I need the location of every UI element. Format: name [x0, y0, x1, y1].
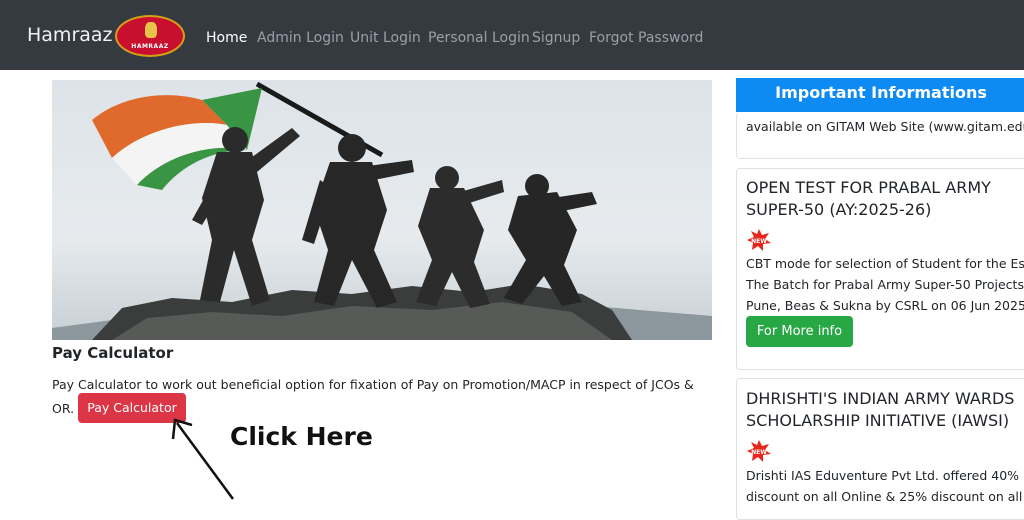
click-here-annotation: Click Here — [230, 422, 373, 451]
hero-image — [52, 80, 712, 340]
card-text-line: discount on all Online & 25% discount on… — [746, 489, 1023, 504]
card-text-line: Pune, Beas & Sukna by CSRL on 06 Jun 202… — [746, 298, 1024, 313]
important-informations-header: Important Informations — [736, 78, 1024, 112]
card-text-line: The Batch for Prabal Army Super-50 Proje… — [746, 277, 1024, 292]
nav-home[interactable]: Home — [206, 30, 247, 46]
army-emblem-logo[interactable]: HAMRAAZ — [115, 15, 185, 57]
pay-calculator-heading: Pay Calculator — [52, 344, 174, 362]
card-title-line: OPEN TEST FOR PRABAL ARMY — [746, 178, 991, 197]
nav-forgot-password[interactable]: Forgot Password — [589, 30, 703, 46]
card-text-line: CBT mode for selection of Student for th… — [746, 256, 1024, 271]
new-badge-text: NEW — [751, 238, 767, 245]
emblem-text: HAMRAAZ — [131, 43, 169, 50]
top-navbar: Hamraaz HAMRAAZ Home Admin Login Unit Lo… — [0, 0, 1024, 70]
nav-unit-login[interactable]: Unit Login — [350, 30, 421, 46]
info-card: available on GITAM Web Site (www.gitam.e… — [736, 112, 1024, 159]
info-card-drishti: DHRISHTI'S INDIAN ARMY WARDS SCHOLARSHIP… — [736, 378, 1024, 520]
crest-icon — [145, 22, 157, 38]
card-title-line: DHRISHTI'S INDIAN ARMY WARDS — [746, 389, 1015, 408]
new-badge-text: NEW — [751, 449, 767, 456]
info-card-prabal-army: OPEN TEST FOR PRABAL ARMY SUPER-50 (AY:2… — [736, 168, 1024, 370]
soldiers-statue-illustration — [52, 81, 712, 340]
card-text: available on GITAM Web Site (www.gitam.e… — [746, 119, 1024, 134]
nav-signup[interactable]: Signup — [532, 30, 580, 46]
nav-personal-login[interactable]: Personal Login — [428, 30, 530, 46]
new-badge-icon: NEW — [747, 229, 771, 251]
new-badge-icon: NEW — [747, 440, 771, 462]
card-text-line: Drishti IAS Eduventure Pvt Ltd. offered … — [746, 468, 1020, 483]
nav-admin-login[interactable]: Admin Login — [257, 30, 344, 46]
brand-name[interactable]: Hamraaz — [27, 24, 113, 46]
card-title-line: SCHOLARSHIP INITIATIVE (IAWSI) — [746, 411, 1010, 430]
card-title-line: SUPER-50 (AY:2025-26) — [746, 200, 932, 219]
for-more-info-button[interactable]: For More info — [746, 316, 853, 347]
